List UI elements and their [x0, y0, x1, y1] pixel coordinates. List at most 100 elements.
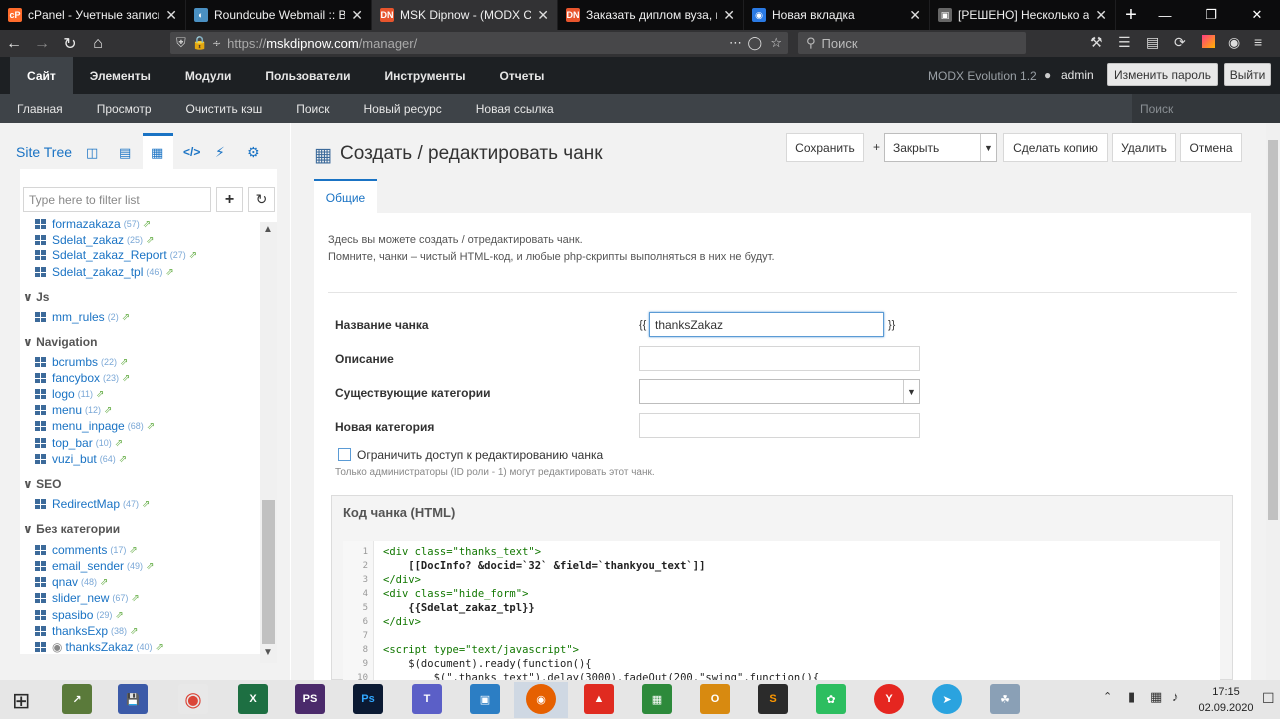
- external-link-icon[interactable]: ⇗: [120, 357, 128, 368]
- tray-chevron-icon[interactable]: ⌃: [1103, 690, 1112, 703]
- external-link-icon[interactable]: ⇗: [100, 577, 108, 588]
- tree-item[interactable]: email_sender (49) ⇗: [35, 559, 154, 573]
- tree-item[interactable]: formazakaza (57) ⇗: [35, 219, 151, 231]
- outlook-icon[interactable]: O: [700, 684, 730, 714]
- browser-tab[interactable]: DN MSK Dipnow - (MODX CM ✕: [372, 0, 558, 30]
- tree-item[interactable]: bcrumbs (22) ⇗: [35, 355, 128, 369]
- page-scrollbar-thumb[interactable]: [1268, 140, 1278, 520]
- external-link-icon[interactable]: ⇗: [104, 405, 112, 416]
- new-category-input[interactable]: [639, 413, 920, 438]
- main-menu-item[interactable]: Пользователи: [248, 57, 367, 94]
- home-icon[interactable]: ⌂: [84, 30, 112, 57]
- scroll-down-icon[interactable]: ▼: [263, 647, 273, 658]
- windows-start-icon[interactable]: ⊞: [12, 688, 30, 714]
- chunk-name-input[interactable]: thanksZakaz: [649, 312, 884, 337]
- external-link-icon[interactable]: ⇗: [165, 267, 173, 278]
- yandex-icon[interactable]: Y: [874, 684, 904, 714]
- taskmanager-icon[interactable]: ↗: [62, 684, 92, 714]
- refresh-tree-button[interactable]: ↻: [248, 187, 275, 212]
- tree-category[interactable]: ∨ Без категории: [23, 522, 120, 536]
- external-link-icon[interactable]: ⇗: [115, 438, 123, 449]
- tree-item[interactable]: thanksExp (38) ⇗: [35, 624, 138, 638]
- notifications-icon[interactable]: ☐: [1262, 690, 1275, 707]
- browser-tab[interactable]: ◉ Новая вкладка ✕: [744, 0, 930, 30]
- delete-button[interactable]: Удалить: [1112, 133, 1176, 162]
- main-menu-item[interactable]: Сайт: [10, 57, 73, 94]
- close-tab-icon[interactable]: ✕: [351, 7, 363, 24]
- submenu-item[interactable]: Поиск: [279, 102, 346, 116]
- logout-button[interactable]: Выйти: [1224, 63, 1271, 86]
- external-link-icon[interactable]: ⇗: [122, 373, 130, 384]
- tree-filter-input[interactable]: Type here to filter list: [23, 187, 211, 212]
- external-link-icon[interactable]: ⇗: [96, 389, 104, 400]
- forward-arrow-icon[interactable]: →: [28, 30, 56, 57]
- evernote-icon[interactable]: ✿: [816, 684, 846, 714]
- tree-category[interactable]: ∨ Navigation: [23, 335, 97, 349]
- browser-tab[interactable]: cP cPanel - Учетные записи ✕: [0, 0, 186, 30]
- excel-icon[interactable]: X: [238, 684, 268, 714]
- close-tab-icon[interactable]: ✕: [165, 7, 177, 24]
- paint-icon[interactable]: ☘: [990, 684, 1020, 714]
- browser-tab[interactable]: DN Заказать диплом вуза, ко ✕: [558, 0, 744, 30]
- close-window-icon[interactable]: ✕: [1234, 0, 1280, 30]
- library-icon[interactable]: ☰: [1118, 34, 1131, 51]
- tree-item[interactable]: slider_new (67) ⇗: [35, 591, 140, 605]
- external-link-icon[interactable]: ⇗: [131, 593, 139, 604]
- resources-tree-icon[interactable]: ◫: [86, 145, 98, 161]
- submenu-item[interactable]: Очистить кэш: [169, 102, 280, 116]
- close-tab-icon[interactable]: ✕: [723, 7, 735, 24]
- snippets-code-icon[interactable]: </>: [183, 145, 200, 159]
- chrome-icon[interactable]: ◉: [178, 684, 208, 714]
- main-menu-item[interactable]: Отчеты: [483, 57, 562, 94]
- sync-icon[interactable]: ⟳: [1174, 34, 1186, 51]
- url-bar[interactable]: ⛨ 🔒 ∻ https:// mskdipnow.com /manager/ ⋯…: [170, 32, 788, 54]
- bookmark-star-icon[interactable]: ☆: [770, 35, 782, 51]
- photoshop-icon[interactable]: Ps: [353, 684, 383, 714]
- tree-item[interactable]: menu (12) ⇗: [35, 403, 112, 417]
- tree-category[interactable]: ∨ Js: [23, 290, 49, 304]
- tree-scrollbar-thumb[interactable]: [262, 500, 275, 644]
- page-actions-icon[interactable]: ⋯: [729, 35, 742, 51]
- tree-item[interactable]: spasibo (29) ⇗: [35, 608, 124, 622]
- tree-item[interactable]: menu_inpage (68) ⇗: [35, 419, 155, 433]
- back-arrow-icon[interactable]: ←: [0, 30, 28, 57]
- reload-icon[interactable]: ↻: [56, 30, 84, 57]
- tree-category[interactable]: ∨ SEO: [23, 477, 61, 491]
- save-disk-icon[interactable]: 💾: [118, 684, 148, 714]
- tree-item[interactable]: Sdelat_zakaz (25) ⇗: [35, 233, 154, 247]
- maximize-icon[interactable]: ❐: [1188, 0, 1234, 30]
- external-link-icon[interactable]: ⇗: [156, 642, 164, 653]
- main-menu-item[interactable]: Инструменты: [367, 57, 482, 94]
- extension-icon[interactable]: [1202, 35, 1215, 48]
- submenu-item[interactable]: Новый ресурс: [346, 102, 458, 116]
- add-chunk-button[interactable]: +: [216, 187, 243, 212]
- firefox-icon[interactable]: ◉: [526, 684, 556, 714]
- tools-icon[interactable]: ⚒: [1090, 34, 1103, 51]
- close-tab-icon[interactable]: ✕: [1095, 7, 1107, 24]
- external-link-icon[interactable]: ⇗: [129, 545, 137, 556]
- tree-item[interactable]: logo (11) ⇗: [35, 387, 104, 401]
- sidebar-icon[interactable]: ▤: [1146, 34, 1159, 51]
- tab-general[interactable]: Общие: [314, 179, 377, 214]
- external-link-icon[interactable]: ⇗: [189, 250, 197, 261]
- sublime-icon[interactable]: S: [758, 684, 788, 714]
- clock-date[interactable]: 02.09.2020: [1196, 702, 1256, 714]
- rdp-icon[interactable]: ▣: [470, 684, 500, 714]
- scroll-up-icon[interactable]: ▲: [263, 224, 273, 235]
- telegram-icon[interactable]: ➤: [932, 684, 962, 714]
- tree-item[interactable]: Sdelat_zakaz_tpl (46) ⇗: [35, 265, 174, 279]
- external-link-icon[interactable]: ⇗: [142, 499, 150, 510]
- tree-item[interactable]: top_bar (10) ⇗: [35, 436, 123, 450]
- browser-tab[interactable]: ▣ [РЕШЕНО] Несколько ая ✕: [930, 0, 1116, 30]
- main-menu-item[interactable]: Модули: [168, 57, 248, 94]
- tree-item[interactable]: vuzi_but (64) ⇗: [35, 452, 127, 466]
- external-link-icon[interactable]: ⇗: [143, 219, 151, 230]
- acrobat-icon[interactable]: ▲: [584, 684, 614, 714]
- tree-item[interactable]: mm_rules (2) ⇗: [35, 310, 130, 324]
- clock-time[interactable]: 17:15: [1202, 686, 1250, 698]
- restrict-access-checkbox[interactable]: [338, 448, 351, 461]
- external-link-icon[interactable]: ⇗: [115, 610, 123, 621]
- close-tab-icon[interactable]: ✕: [909, 7, 921, 24]
- external-link-icon[interactable]: ⇗: [146, 561, 154, 572]
- external-link-icon[interactable]: ⇗: [130, 626, 138, 637]
